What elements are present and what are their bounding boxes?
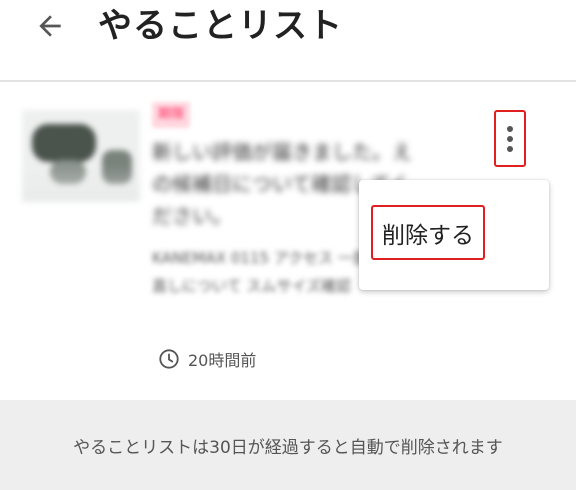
item-tag-badge: 期限 (152, 102, 191, 128)
more-options-button[interactable] (494, 110, 526, 167)
arrow-back-icon (39, 15, 61, 37)
app-header: やることリスト (0, 0, 576, 82)
page-title: やることリスト (98, 6, 343, 46)
auto-delete-notice: やることリストは30日が経過すると自動で削除されます (0, 400, 576, 490)
notice-text: やることリストは30日が経過すると自動で削除されます (73, 437, 503, 458)
item-timestamp: 20時間前 (158, 346, 256, 372)
more-vert-icon (507, 125, 513, 132)
more-vert-icon-dot (507, 145, 513, 152)
time-label: 20時間前 (188, 351, 257, 370)
back-button[interactable] (30, 6, 70, 46)
item-thumbnail (22, 110, 140, 202)
delete-menu-item[interactable]: 削除する (371, 205, 485, 260)
more-vert-icon-dot (507, 135, 513, 142)
clock-icon (159, 349, 179, 369)
item-options-menu: 削除する (359, 180, 549, 290)
